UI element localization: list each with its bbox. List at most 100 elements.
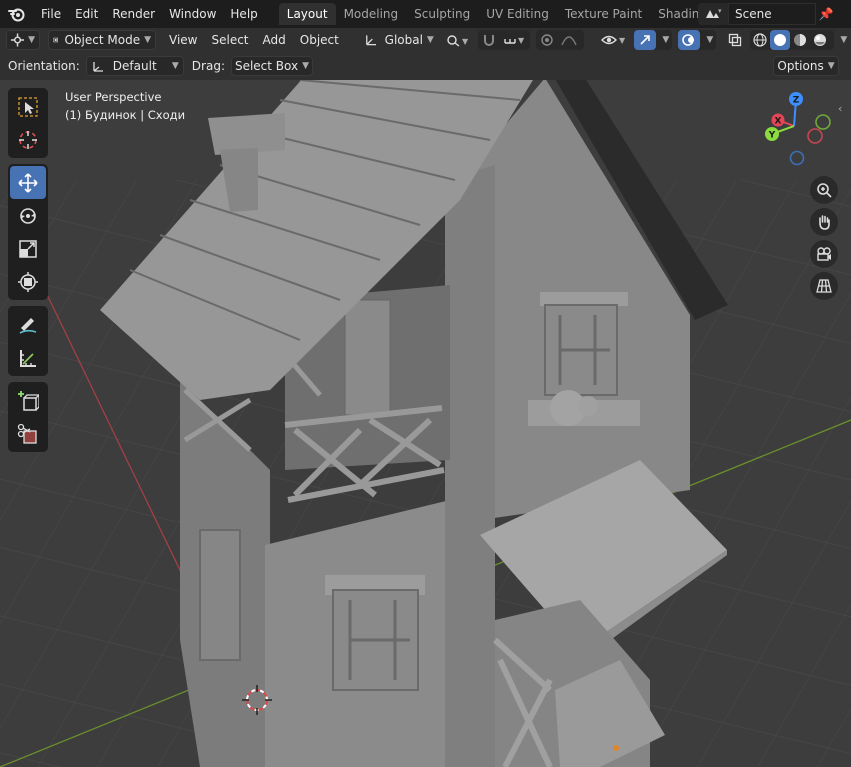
snap-toggle[interactable] [478, 30, 500, 50]
tab-texture-paint[interactable]: Texture Paint [557, 3, 650, 25]
xray-icon [728, 33, 741, 47]
gizmo-options-button[interactable]: ▼ [656, 30, 672, 50]
measure-tool[interactable] [10, 341, 46, 374]
xray-toggle[interactable] [724, 30, 746, 50]
mode-label: Object Mode [64, 33, 141, 47]
svg-text:▼: ▼ [518, 36, 525, 45]
pin-icon[interactable]: 📌 [816, 3, 836, 25]
orientation-setting-dropdown[interactable]: Default ▼ [85, 56, 184, 76]
window-side [199, 529, 241, 661]
svg-text:▼: ▼ [462, 37, 469, 46]
select-box-tool[interactable] [10, 90, 46, 123]
tool-settings-bar: Orientation: Default ▼ Drag: Select Box … [0, 54, 851, 78]
move-arrows-icon [18, 172, 38, 193]
tab-uv-editing[interactable]: UV Editing [478, 3, 557, 25]
visibility-button[interactable]: ▼ [598, 30, 632, 50]
orientation-setting-label: Orientation: [8, 59, 80, 73]
menu-help[interactable]: Help [223, 3, 264, 25]
overlay-options-button[interactable]: ▼ [700, 30, 716, 50]
tab-modeling[interactable]: Modeling [336, 3, 407, 25]
shading-mode-group [749, 30, 834, 50]
overlay-toggle[interactable] [677, 30, 700, 50]
balcony-door [344, 299, 391, 416]
transform-tool[interactable] [10, 265, 46, 298]
x-handle-label: X [775, 117, 782, 127]
wireframe-shading-button[interactable] [750, 30, 770, 50]
orientation-label: Global [384, 33, 423, 47]
transform-orientation-dropdown[interactable]: Global ▼ [360, 30, 438, 50]
snap-target-button[interactable]: ▼ [500, 30, 530, 50]
menu-object[interactable]: Object [293, 33, 346, 47]
3d-viewport[interactable]: User Perspective (1) Будинок | Сходи [0, 80, 851, 767]
move-tool[interactable] [10, 166, 46, 199]
falloff-button[interactable] [558, 30, 580, 50]
overlay-icon [682, 34, 694, 46]
solid-shading-button[interactable] [769, 30, 790, 50]
menu-render[interactable]: Render [105, 3, 162, 25]
pivot-point-button[interactable]: ▼ [442, 30, 476, 50]
wireframe-sphere-icon [753, 33, 767, 47]
eye-icon: ▼ [600, 35, 626, 45]
chevron-down-icon: ▼ [426, 35, 434, 45]
annotate-tool[interactable] [10, 308, 46, 341]
neg-y-handle[interactable] [815, 114, 831, 130]
svg-text:▼: ▼ [619, 36, 626, 45]
cut-tool[interactable] [10, 417, 46, 450]
zoom-magnifier-icon [817, 183, 832, 198]
scene-browse-button[interactable]: ▾ [698, 3, 728, 25]
menu-window[interactable]: Window [162, 3, 223, 25]
camera-view-button[interactable] [810, 240, 838, 268]
rotate-tool[interactable] [10, 199, 46, 232]
viewport-info-overlay: User Perspective (1) Будинок | Сходи [65, 88, 185, 124]
menu-view[interactable]: View [162, 33, 204, 47]
gizmo-toggle[interactable] [633, 30, 656, 50]
pan-button[interactable] [810, 208, 838, 236]
navigation-gizmo[interactable]: X Y Z [756, 88, 836, 168]
chevron-down-icon: ▼ [662, 35, 670, 45]
drag-setting-label: Drag: [191, 59, 225, 73]
rendered-shading-button[interactable] [810, 30, 830, 50]
tab-sculpting[interactable]: Sculpting [406, 3, 478, 25]
zoom-button[interactable] [810, 176, 838, 204]
orientation-gizmo-icon [93, 62, 103, 72]
tool-group-annotate [8, 306, 48, 376]
cursor-tool[interactable] [10, 123, 46, 156]
sidebar-toggle-icon[interactable]: ‹ [838, 102, 851, 118]
orientation-axes-icon [365, 35, 376, 46]
options-dropdown[interactable]: Options ▼ [773, 56, 839, 76]
rendered-sphere-icon [813, 34, 826, 46]
grid-perspective-icon [816, 279, 832, 293]
drag-setting-dropdown[interactable]: Select Box ▼ [230, 56, 313, 76]
window-upper-header [540, 292, 628, 306]
menu-select[interactable]: Select [204, 33, 255, 47]
scissors-cube-icon [17, 423, 37, 444]
solid-sphere-icon [773, 34, 786, 46]
planter-sphere-small [578, 396, 598, 416]
menu-add[interactable]: Add [256, 33, 293, 47]
menu-file[interactable]: File [34, 3, 68, 25]
tool-group-select [8, 88, 48, 158]
perspective-toggle-button[interactable] [810, 272, 838, 300]
neg-z-handle[interactable] [789, 150, 805, 166]
scene-name-field[interactable]: Scene [728, 3, 816, 25]
material-shading-button[interactable] [790, 30, 810, 50]
mode-dropdown[interactable]: Object Mode ▼ [48, 30, 156, 50]
svg-text:▾: ▾ [718, 7, 722, 15]
blender-logo-icon[interactable] [0, 0, 34, 28]
menu-edit[interactable]: Edit [68, 3, 105, 25]
gizmo-arrow-icon [640, 35, 650, 45]
chevron-down-icon: ▼ [827, 61, 835, 71]
scale-tool[interactable] [10, 232, 46, 265]
object-mode-icon [53, 37, 58, 43]
editor-type-dropdown[interactable]: ▼ [6, 30, 40, 50]
proportional-edit-toggle[interactable] [536, 30, 558, 50]
overlay-group: ▼ [677, 30, 716, 50]
workspace-tabs: Layout Modeling Sculpting UV Editing Tex… [278, 3, 715, 25]
shading-options-button[interactable]: ▼ [834, 30, 850, 50]
neg-x-handle[interactable] [807, 128, 823, 144]
pencil-icon [19, 317, 37, 334]
orientation-setting-value: Default [112, 59, 157, 73]
chevron-down-icon: ▼ [840, 35, 848, 45]
add-cube-tool[interactable] [10, 384, 46, 417]
tab-layout[interactable]: Layout [278, 3, 336, 25]
